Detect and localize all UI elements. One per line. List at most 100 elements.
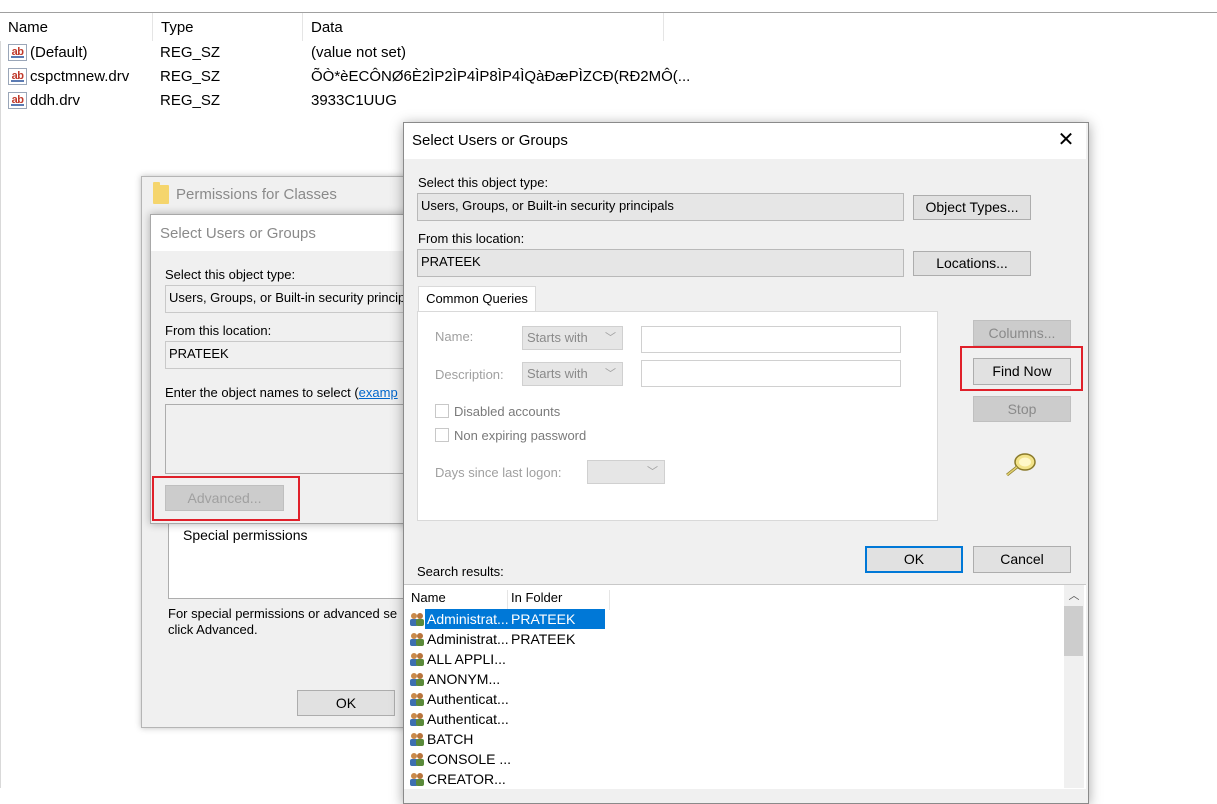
column-header-data[interactable]: Data	[303, 13, 664, 41]
scroll-up-icon[interactable]: ︿	[1064, 587, 1084, 603]
object-type-field: Users, Groups, or Built-in security prin…	[417, 193, 904, 221]
result-row[interactable]: ANONYM...	[408, 669, 1008, 689]
location-field: PRATEEK	[417, 249, 904, 277]
value-name: cspctmnew.drv	[30, 68, 130, 85]
description-mode-select[interactable]: Starts with ﹀	[522, 362, 623, 386]
special-permissions-label: Special permissions	[183, 527, 308, 543]
result-row[interactable]: Administrat... PRATEEK	[408, 629, 1008, 649]
background-select-title: Select Users or Groups	[160, 225, 316, 242]
bg-object-type-label: Select this object type:	[165, 267, 296, 282]
value-data: 3933C1UUG	[311, 92, 397, 109]
cancel-button[interactable]: Cancel	[973, 546, 1071, 573]
result-name: CONSOLE ...	[427, 751, 512, 767]
group-icon	[410, 653, 424, 666]
registry-value-row[interactable]: ab (Default) REG_SZ (value not set)	[0, 41, 700, 65]
list-left-border	[0, 41, 1, 788]
search-magnifier-icon	[1006, 453, 1036, 477]
result-row[interactable]: Authenticat...	[408, 709, 1008, 729]
chevron-down-icon: ﹀	[647, 466, 658, 478]
result-folder: PRATEEK	[511, 611, 576, 627]
days-since-logon-label: Days since last logon:	[435, 465, 562, 480]
close-icon[interactable]: ✕	[1053, 129, 1079, 151]
object-types-button[interactable]: Object Types...	[913, 195, 1031, 220]
result-name: Administrat...	[427, 631, 509, 647]
result-row[interactable]: BATCH	[408, 729, 1008, 749]
stop-button[interactable]: Stop	[973, 396, 1071, 422]
chevron-down-icon: ﹀	[605, 332, 616, 344]
value-name: ddh.drv	[30, 92, 81, 109]
non-expiring-password-label: Non expiring password	[454, 428, 587, 443]
description-mode-value: Starts with	[527, 366, 588, 381]
result-name: CREATOR...	[427, 771, 506, 787]
name-query-label: Name:	[435, 329, 474, 344]
description-query-input[interactable]	[641, 360, 901, 387]
results-column-name[interactable]: Name	[408, 590, 508, 610]
string-value-icon: ab	[8, 44, 27, 61]
advanced-note-line1: For special permissions or advanced se	[168, 606, 398, 621]
value-name: (Default)	[30, 44, 88, 61]
result-folder: PRATEEK	[511, 631, 576, 647]
disabled-accounts-checkbox[interactable]	[435, 404, 449, 418]
group-icon	[410, 633, 424, 646]
result-row[interactable]: CONSOLE ...	[408, 749, 1008, 769]
result-row[interactable]: CREATOR...	[408, 769, 1008, 789]
bg-location-label: From this location:	[165, 323, 272, 338]
registry-list-header: Name Type Data	[0, 13, 664, 41]
permissions-dialog-title: Permissions for Classes	[176, 186, 337, 203]
group-icon	[410, 753, 424, 766]
column-header-name[interactable]: Name	[0, 13, 153, 41]
group-icon	[410, 713, 424, 726]
group-icon	[410, 773, 424, 786]
name-query-input[interactable]	[641, 326, 901, 353]
examples-link[interactable]: examp	[359, 385, 398, 400]
result-name: Authenticat...	[427, 691, 509, 707]
ok-button[interactable]: OK	[865, 546, 963, 573]
registry-value-row[interactable]: ab ddh.drv REG_SZ 3933C1UUG	[0, 89, 700, 113]
name-mode-select[interactable]: Starts with ﹀	[522, 326, 623, 350]
group-icon	[410, 693, 424, 706]
value-data: ÕÒ*èECÔNØ6È2ÌP2ÌP4ÌP8ÌP4ÌQàÐæPÌZCÐ(RÐ2MÔ…	[311, 68, 691, 85]
folder-icon	[153, 182, 169, 204]
value-type: REG_SZ	[160, 68, 221, 85]
object-names-textarea[interactable]	[165, 404, 417, 474]
disabled-accounts-label: Disabled accounts	[454, 404, 561, 419]
value-type: REG_SZ	[160, 92, 221, 109]
registry-value-row[interactable]: ab cspctmnew.drv REG_SZ ÕÒ*èECÔNØ6È2ÌP2Ì…	[0, 65, 700, 89]
location-label: From this location:	[418, 231, 525, 246]
dialog-title: Select Users or Groups	[412, 132, 568, 149]
search-results-label: Search results:	[417, 564, 504, 579]
group-icon	[410, 673, 424, 686]
result-name: ANONYM...	[427, 671, 501, 687]
result-row[interactable]: ALL APPLI...	[408, 649, 1008, 669]
advanced-note-line2: click Advanced.	[168, 622, 258, 637]
columns-button[interactable]: Columns...	[973, 320, 1071, 346]
tab-common-queries[interactable]: Common Queries	[418, 286, 536, 312]
permissions-ok-button[interactable]: OK	[297, 690, 395, 716]
chevron-down-icon: ﹀	[605, 368, 616, 380]
scrollbar-thumb[interactable]	[1064, 606, 1083, 656]
days-since-logon-select[interactable]: ﹀	[587, 460, 665, 484]
object-type-label: Select this object type:	[418, 175, 549, 190]
results-column-folder[interactable]: In Folder	[505, 590, 610, 610]
find-now-highlight-box	[960, 346, 1083, 391]
bg-enter-names-label: Enter the object names to select (examp	[165, 385, 398, 400]
bg-object-type-field: Users, Groups, or Built-in security prin…	[165, 285, 410, 313]
result-name: Authenticat...	[427, 711, 509, 727]
result-name: BATCH	[427, 731, 474, 747]
non-expiring-password-checkbox[interactable]	[435, 428, 449, 442]
string-value-icon: ab	[8, 92, 27, 109]
bg-location-field: PRATEEK	[165, 341, 410, 369]
result-name: ALL APPLI...	[427, 651, 506, 667]
locations-button[interactable]: Locations...	[913, 251, 1031, 276]
name-mode-value: Starts with	[527, 330, 588, 345]
result-row[interactable]: Administrat... PRATEEK	[408, 609, 1008, 629]
column-header-type[interactable]: Type	[153, 13, 303, 41]
user-icon	[410, 613, 424, 626]
group-icon	[410, 733, 424, 746]
description-query-label: Description:	[435, 367, 504, 382]
string-value-icon: ab	[8, 68, 27, 85]
result-name: Administrat...	[427, 611, 509, 627]
result-row[interactable]: Authenticat...	[408, 689, 1008, 709]
value-data: (value not set)	[311, 44, 407, 61]
value-type: REG_SZ	[160, 44, 221, 61]
